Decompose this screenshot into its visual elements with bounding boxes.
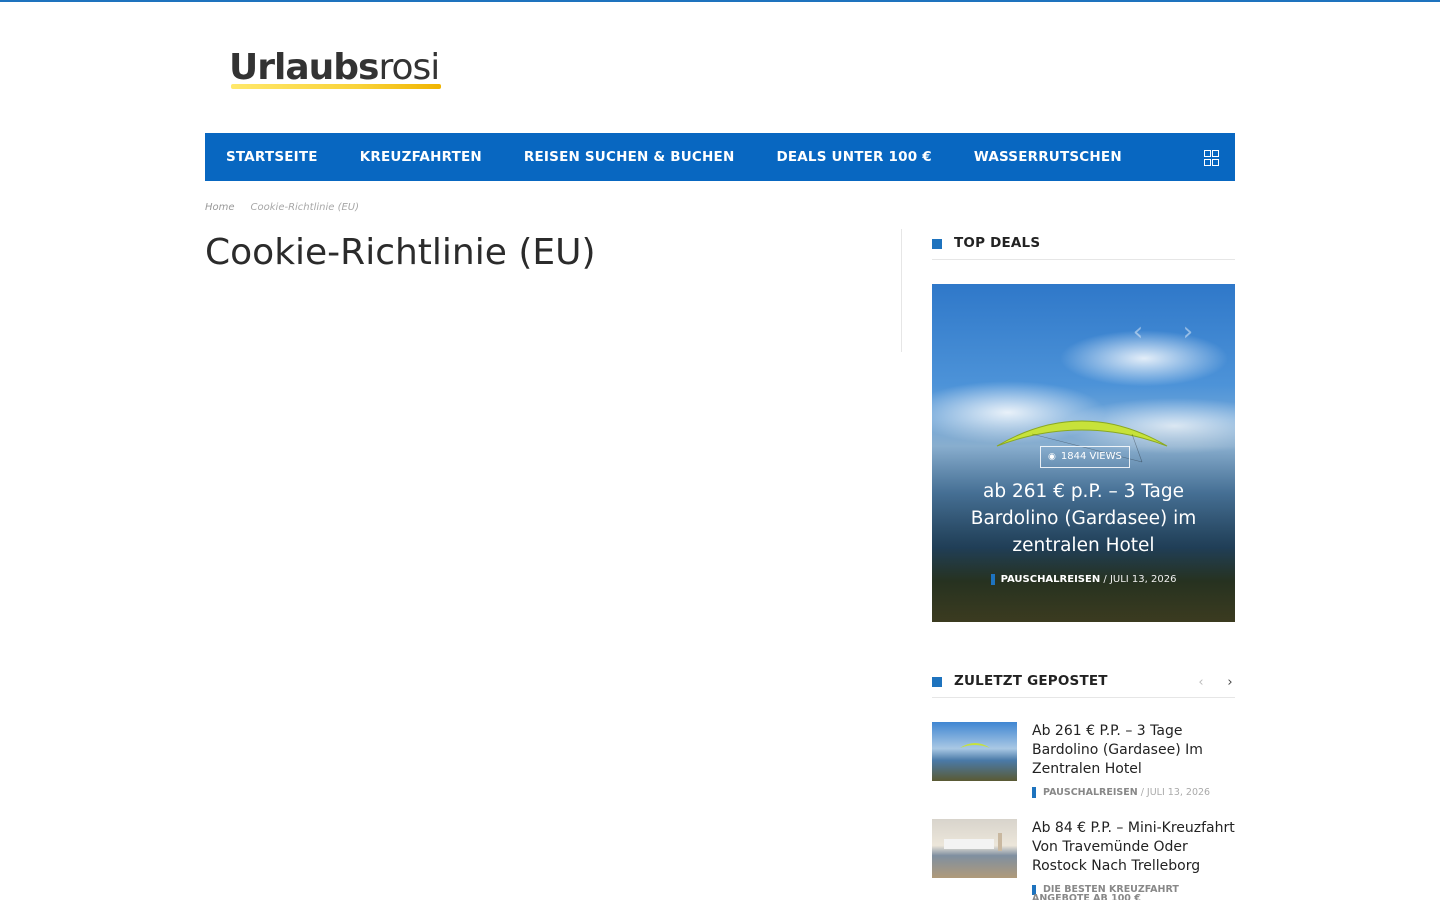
breadcrumb: Home Cookie-Richtlinie (EU) [205, 202, 359, 213]
logo-text-bold: Urlaubs [229, 47, 379, 88]
nav-item-reisen-suchen-buchen[interactable]: REISEN SUCHEN & BUCHEN [524, 149, 735, 165]
slide-title[interactable]: ab 261 € p.P. – 3 Tage Bardolino (Gardas… [950, 478, 1217, 559]
chevron-right-icon[interactable]: › [1223, 675, 1237, 690]
main-nav: STARTSEITE KREUZFAHRTEN REISEN SUCHEN & … [205, 133, 1235, 181]
eye-icon: ◉ [1048, 452, 1056, 462]
post-category[interactable]: DIE BESTEN KREUZFAHRT ANGEBOTE AB 100 € [1032, 885, 1179, 900]
heading-square-icon [932, 677, 942, 687]
post-meta: DIE BESTEN KREUZFAHRT ANGEBOTE AB 100 € [1032, 885, 1202, 900]
nav-item-deals-unter-100[interactable]: DEALS UNTER 100 € [776, 149, 931, 165]
nav-item-wasserrutschen[interactable]: WASSERRUTSCHEN [974, 149, 1122, 165]
slide-meta: PAUSCHALREISEN / JULI 13, 2026 [932, 574, 1235, 585]
breadcrumb-current: Cookie-Richtlinie (EU) [250, 202, 360, 213]
nav-item-startseite[interactable]: STARTSEITE [226, 149, 318, 165]
slide-category[interactable]: PAUSCHALREISEN [990, 574, 1101, 585]
post-thumbnail[interactable] [932, 722, 1017, 781]
top-deals-heading: TOP DEALS [932, 229, 1235, 260]
heading-square-icon [932, 239, 942, 249]
logo-underline [231, 84, 441, 89]
post-thumbnail[interactable] [932, 819, 1017, 878]
site-logo[interactable]: Urlaubsrosi [229, 46, 441, 96]
post-title[interactable]: Ab 84 € P.P. – Mini-Kreuzfahrt Von Trave… [1032, 819, 1237, 876]
featured-deal-slide[interactable]: ‹ › ◉ 1844 VIEWS ab 261 € p.P. – 3 Tage … [932, 284, 1235, 622]
slide-prev-icon[interactable]: ‹ [1128, 317, 1148, 347]
recent-posts-heading: ZULETZT GEPOSTET ‹ › [932, 667, 1235, 698]
post-category[interactable]: PAUSCHALREISEN [1032, 787, 1138, 798]
slide-date: / JULI 13, 2026 [1103, 574, 1177, 585]
views-badge: ◉ 1844 VIEWS [1040, 446, 1130, 468]
slide-next-icon[interactable]: › [1178, 317, 1198, 347]
post-date: / JULI 13, 2026 [1140, 787, 1211, 798]
page-title: Cookie-Richtlinie (EU) [205, 232, 596, 273]
logo-text-light: rosi [378, 47, 440, 88]
content-divider [901, 229, 902, 352]
recent-posts-title: ZULETZT GEPOSTET [954, 673, 1108, 689]
post-meta: PAUSCHALREISEN / JULI 13, 2026 [1032, 787, 1210, 798]
top-accent-line [0, 0, 1440, 2]
list-item: Ab 261 € P.P. – 3 Tage Bardolino (Gardas… [932, 722, 1235, 802]
list-item: Ab 84 € P.P. – Mini-Kreuzfahrt Von Trave… [932, 819, 1235, 900]
chevron-left-icon[interactable]: ‹ [1194, 675, 1208, 690]
post-title[interactable]: Ab 261 € P.P. – 3 Tage Bardolino (Gardas… [1032, 722, 1237, 779]
views-count: 1844 VIEWS [1060, 451, 1122, 462]
top-deals-title: TOP DEALS [954, 235, 1041, 251]
nav-item-kreuzfahrten[interactable]: KREUZFAHRTEN [360, 149, 482, 165]
breadcrumb-home[interactable]: Home [205, 202, 235, 213]
grid-icon[interactable] [1204, 150, 1219, 166]
